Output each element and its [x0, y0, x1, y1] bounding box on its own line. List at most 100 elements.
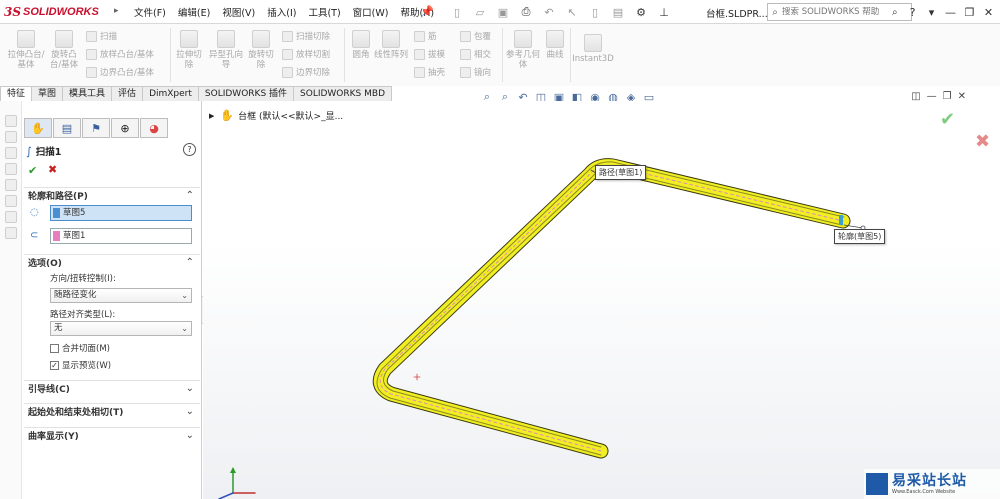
- feature-tool-icon[interactable]: [5, 195, 17, 207]
- menu-edit[interactable]: 编辑(E): [174, 5, 218, 19]
- document-title: 台框.SLDPR...: [706, 9, 768, 20]
- configuration-manager-tab-icon[interactable]: ⚑: [82, 118, 110, 138]
- menu-window[interactable]: 窗口(W): [349, 5, 397, 19]
- path-selection-row: ⊂ 草图1: [30, 228, 192, 244]
- cut-extrude-button[interactable]: 拉伸切除: [174, 30, 204, 70]
- cut-revolve-button[interactable]: 旋转切除: [246, 30, 276, 70]
- feature-tree-flyout[interactable]: ▶ ✋ 台框 (默认<<默认>_显...: [209, 109, 343, 122]
- cancel-x-icon[interactable]: ✖: [975, 131, 990, 152]
- profile-color-swatch: [53, 208, 60, 218]
- save-icon[interactable]: ▣: [492, 3, 514, 21]
- path-alignment-select[interactable]: 无 ⌄: [50, 321, 192, 336]
- swept-cut-button[interactable]: 扫描切除: [282, 30, 330, 42]
- menu-tools[interactable]: 工具(T): [304, 5, 348, 19]
- search-field[interactable]: ⌕ ⌕: [767, 3, 912, 21]
- new-document-icon[interactable]: ▯: [446, 3, 468, 21]
- feature-tool-icon[interactable]: [5, 179, 17, 191]
- instant3d-button[interactable]: Instant3D: [572, 34, 614, 64]
- restore-icon[interactable]: ❐: [960, 6, 979, 19]
- open-folder-icon[interactable]: ▱: [469, 3, 491, 21]
- gear-icon[interactable]: ⚙: [630, 3, 652, 21]
- search-input[interactable]: [782, 7, 892, 17]
- tab-mold-tools[interactable]: 模具工具: [62, 86, 113, 101]
- menu-file[interactable]: 文件(F): [130, 5, 174, 19]
- select-arrow-icon[interactable]: ↖: [561, 3, 583, 21]
- solidworks-logo[interactable]: 3S SOLIDWORKS: [4, 3, 99, 21]
- options-group-header[interactable]: 选项(O) ⌃: [24, 254, 200, 269]
- lofted-cut-button[interactable]: 放样切割: [282, 48, 330, 60]
- profile-selection-box[interactable]: 草图5: [50, 205, 192, 221]
- fillet-button[interactable]: 圆角: [350, 30, 372, 60]
- rib-button[interactable]: 筋: [414, 30, 437, 42]
- feature-tool-icon[interactable]: [5, 163, 17, 175]
- wrap-label: 包覆: [474, 32, 492, 42]
- expand-arrow-icon[interactable]: ▶: [209, 112, 214, 120]
- path-selection-box[interactable]: 草图1: [50, 228, 192, 244]
- help-icon[interactable]: ?: [183, 143, 196, 156]
- close-icon[interactable]: ✕: [979, 6, 998, 19]
- display-manager-tab-icon[interactable]: ◕: [140, 118, 168, 138]
- path-callout[interactable]: 路径(草图1): [595, 165, 647, 180]
- show-preview-checkbox[interactable]: ✓: [50, 360, 59, 370]
- hole-wizard-icon: [217, 30, 235, 48]
- boss-revolve-button[interactable]: 旋转凸台/基体: [46, 30, 82, 70]
- reference-geometry-button[interactable]: 参考几何体: [506, 30, 540, 70]
- tab-mbd[interactable]: SOLIDWORKS MBD: [293, 86, 392, 101]
- shell-button[interactable]: 抽壳: [414, 66, 445, 78]
- tab-dimxpert[interactable]: DimXpert: [142, 86, 199, 101]
- cancel-button[interactable]: ✖: [48, 163, 57, 176]
- menu-view[interactable]: 视图(V): [218, 5, 263, 19]
- orientation-select[interactable]: 随路径变化 ⌄: [50, 288, 192, 303]
- profile-callout[interactable]: 轮廓(草图5): [834, 229, 886, 244]
- boss-extrude-button[interactable]: 拉伸凸台/基体: [4, 30, 48, 70]
- tab-sketch[interactable]: 草图: [31, 86, 64, 101]
- file-properties-icon[interactable]: ▤: [607, 3, 629, 21]
- feature-tool-icon[interactable]: [5, 227, 17, 239]
- boundary-cut-button[interactable]: 边界切除: [282, 66, 330, 78]
- search-go-icon[interactable]: ⌕: [892, 7, 898, 18]
- confirm-check-icon[interactable]: ✔: [940, 109, 955, 130]
- pushpin-icon[interactable]: ⊥: [653, 3, 675, 21]
- menu-insert[interactable]: 插入(I): [263, 5, 304, 19]
- chevron-right-icon[interactable]: ▸: [114, 6, 119, 16]
- curvature-display-group-header[interactable]: 曲率显示(Y) ⌄: [24, 427, 200, 442]
- graphics-area[interactable]: ▶ ✋ 台框 (默认<<默认>_显... 路径(草图1) 轮廓(草图5) ✔ ✖: [203, 101, 1000, 499]
- dimxpert-manager-tab-icon[interactable]: ⊕: [111, 118, 139, 138]
- feature-tool-icon[interactable]: [5, 115, 17, 127]
- merge-faces-checkbox-row[interactable]: 合并切面(M): [50, 342, 110, 354]
- merge-faces-checkbox[interactable]: [50, 343, 59, 353]
- show-preview-checkbox-row[interactable]: ✓ 显示预览(W): [50, 359, 111, 371]
- loft-button[interactable]: 放样凸台/基体: [86, 48, 154, 60]
- tab-evaluate[interactable]: 评估: [111, 86, 144, 101]
- profile-path-group-header[interactable]: 轮廓和路径(P) ⌃: [24, 187, 200, 202]
- property-manager-tab-icon[interactable]: ▤: [53, 118, 81, 138]
- feature-tool-icon[interactable]: [5, 211, 17, 223]
- draft-button[interactable]: 拔模: [414, 48, 445, 60]
- tab-features[interactable]: 特征: [0, 86, 33, 101]
- print-icon[interactable]: ⎙: [515, 3, 537, 21]
- linear-pattern-button[interactable]: 线性阵列: [374, 30, 408, 60]
- minimize-icon[interactable]: —: [941, 6, 960, 19]
- toolbar-divider: [170, 28, 171, 82]
- boundary-boss-button[interactable]: 边界凸台/基体: [86, 66, 154, 78]
- mirror-button[interactable]: 镜向: [460, 66, 491, 78]
- curves-button[interactable]: 曲线: [542, 30, 568, 60]
- guide-curves-group-header[interactable]: 引导线(C) ⌄: [24, 380, 200, 395]
- feature-tool-icon[interactable]: [5, 131, 17, 143]
- chevron-down-icon[interactable]: ▾: [922, 6, 941, 19]
- sweep-button[interactable]: 扫描: [86, 30, 117, 42]
- feature-tool-icon[interactable]: [5, 147, 17, 159]
- profile-value: 草图5: [63, 208, 86, 218]
- undo-icon[interactable]: ↶: [538, 3, 560, 21]
- rebuild-icon[interactable]: ▯: [584, 3, 606, 21]
- help-question-icon[interactable]: ?: [903, 6, 922, 19]
- ok-button[interactable]: ✔: [28, 164, 37, 177]
- tab-addins[interactable]: SOLIDWORKS 插件: [197, 86, 295, 101]
- intersect-button[interactable]: 相交: [460, 48, 491, 60]
- feature-manager-tab-icon[interactable]: ✋: [24, 118, 52, 138]
- wrap-button[interactable]: 包覆: [460, 30, 491, 42]
- pin-icon[interactable]: 📌: [420, 5, 434, 18]
- hole-wizard-button[interactable]: 异型孔向导: [208, 30, 244, 70]
- tangency-group-header[interactable]: 起始处和结束处相切(T) ⌄: [24, 403, 200, 418]
- hole-wizard-label: 异型孔向导: [208, 50, 243, 70]
